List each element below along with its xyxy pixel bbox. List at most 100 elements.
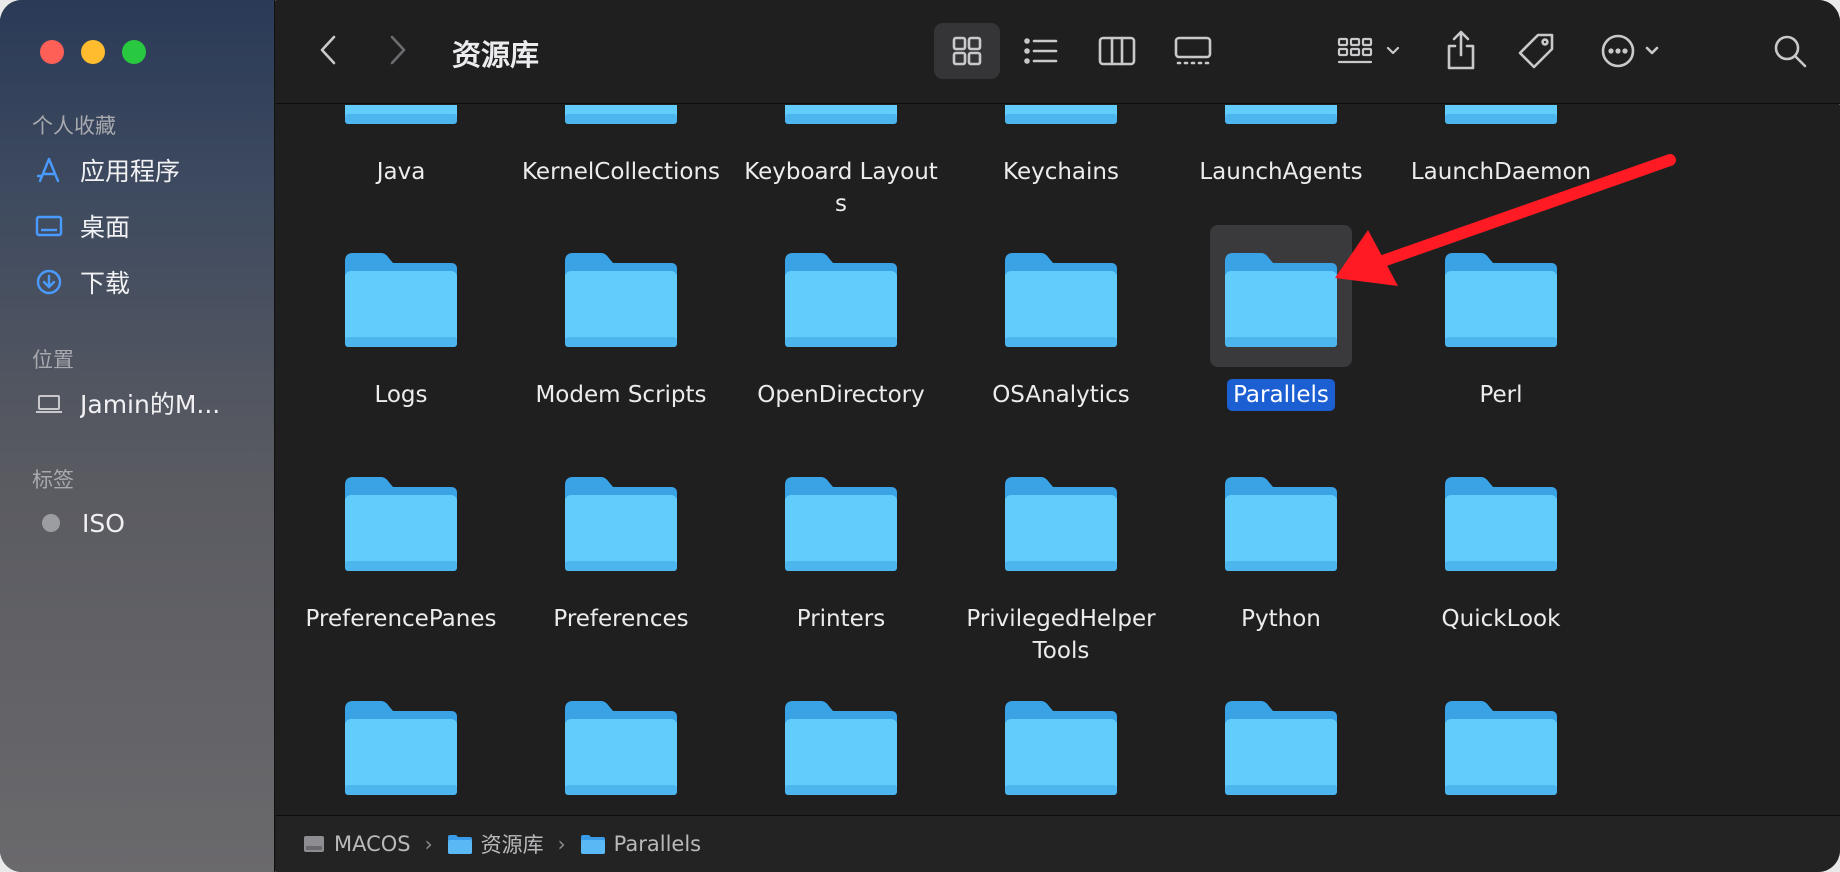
folder-name: Python (1241, 606, 1321, 632)
disk-icon (304, 836, 324, 852)
search-icon (1774, 35, 1807, 68)
sidebar-item-label: 下载 (80, 269, 131, 298)
folder-thumbnail (990, 105, 1132, 144)
folder-name: Java (376, 159, 426, 185)
minimize-button[interactable] (81, 40, 105, 64)
back-button[interactable] (310, 30, 346, 70)
folder-icon (345, 701, 457, 795)
folder-thumbnail (770, 225, 912, 367)
folder-icon (1005, 477, 1117, 571)
folder-item[interactable]: LaunchDaemon (1396, 105, 1606, 188)
folder-item[interactable]: OSAnalytics (956, 225, 1166, 411)
path-item-parallels[interactable]: Parallels (580, 832, 701, 856)
more-actions-button[interactable] (1592, 25, 1672, 77)
window-title: 资源库 (452, 38, 540, 72)
folder-thumbnail (330, 105, 472, 144)
chevron-left-icon (320, 35, 336, 65)
folder-item[interactable]: PreferencePanes (296, 449, 506, 635)
folder-icon (1005, 253, 1117, 347)
downloads-icon (32, 265, 66, 299)
path-item-disk[interactable]: MACOS (302, 832, 411, 856)
close-button[interactable] (40, 40, 64, 64)
sidebar-item-mac[interactable]: Jamin的M... (32, 383, 267, 423)
folder-icon (785, 105, 897, 124)
folder-thumbnail (550, 673, 692, 815)
folder-icon (1445, 701, 1557, 795)
folder-item[interactable]: Perl (1396, 225, 1606, 411)
folder-item[interactable]: KernelCollections (516, 105, 726, 188)
folder-name: PreferencePanes (305, 606, 497, 632)
zoom-button[interactable] (122, 40, 146, 64)
folder-icon (1225, 701, 1337, 795)
icon-view-button[interactable] (934, 23, 1000, 79)
folder-thumbnail (990, 673, 1132, 815)
sidebar-item-tag-iso[interactable]: ISO (32, 503, 267, 543)
folder-name: QuickLook (1441, 606, 1561, 632)
applications-icon (32, 153, 66, 187)
folder-item[interactable] (1176, 673, 1386, 815)
folder-name: Keyboard Layouts (744, 159, 938, 217)
folder-item[interactable]: Keyboard Layouts (736, 105, 946, 220)
folder-item[interactable]: Keychains (956, 105, 1166, 188)
folder-name: OSAnalytics (992, 382, 1130, 408)
folder-name: Preferences (553, 606, 689, 632)
folder-item[interactable] (516, 673, 726, 815)
folder-name: Perl (1479, 382, 1523, 408)
folder-name: Modem Scripts (535, 382, 707, 408)
path-separator-icon: › (557, 832, 566, 856)
folder-item[interactable]: Modem Scripts (516, 225, 726, 411)
folder-name: PrivilegedHelperTools (966, 606, 1156, 664)
path-separator-icon: › (424, 832, 433, 856)
folder-item[interactable]: OpenDirectory (736, 225, 946, 411)
folder-name: Keychains (1003, 159, 1119, 185)
share-button[interactable] (1436, 22, 1486, 78)
folder-item[interactable] (1396, 673, 1606, 815)
folder-item[interactable] (956, 673, 1166, 815)
sidebar-item-downloads[interactable]: 下载 (32, 262, 267, 302)
folder-thumbnail (330, 225, 472, 367)
folder-icon (785, 477, 897, 571)
forward-button[interactable] (380, 30, 416, 70)
folder-item[interactable] (736, 673, 946, 815)
folder-icon (1445, 105, 1557, 124)
gallery-view-button[interactable] (1160, 23, 1226, 79)
more-icon (1601, 34, 1659, 68)
file-grid: Java KernelCollections Keyboard Layouts (276, 105, 1840, 815)
folder-thumbnail (550, 105, 692, 144)
folder-thumbnail (330, 449, 472, 591)
sidebar-item-applications[interactable]: 应用程序 (32, 150, 267, 190)
columns-icon (1098, 36, 1136, 66)
folder-item[interactable]: Logs (296, 225, 506, 411)
folder-thumbnail (330, 673, 472, 815)
list-view-button[interactable] (1008, 23, 1074, 79)
folder-name: LaunchAgents (1199, 159, 1363, 185)
toolbar: 资源库 (276, 0, 1840, 104)
folder-icon (565, 701, 677, 795)
sidebar-item-desktop[interactable]: 桌面 (32, 206, 267, 246)
folder-icon (565, 105, 677, 124)
folder-item[interactable]: Preferences (516, 449, 726, 635)
group-by-button[interactable] (1326, 25, 1416, 77)
folder-item[interactable]: Python (1176, 449, 1386, 635)
group-icon (1337, 37, 1400, 64)
folder-icon (1445, 477, 1557, 571)
folder-item[interactable]: Printers (736, 449, 946, 635)
tag-button[interactable] (1508, 24, 1564, 78)
folder-item[interactable] (296, 673, 506, 815)
folder-item[interactable]: Parallels (1176, 225, 1386, 411)
folder-item[interactable]: PrivilegedHelperTools (956, 449, 1166, 667)
folder-icon (345, 253, 457, 347)
folder-thumbnail (770, 105, 912, 144)
folder-thumbnail (1430, 673, 1572, 815)
sidebar: 个人收藏 应用程序 桌面 下载 位置 Jamin的M... 标签 ISO (0, 0, 275, 872)
column-view-button[interactable] (1084, 23, 1150, 79)
path-item-library[interactable]: 资源库 (447, 829, 544, 859)
folder-item[interactable]: Java (296, 105, 506, 188)
folder-item[interactable]: LaunchAgents (1176, 105, 1386, 188)
favorites-header: 个人收藏 (32, 114, 116, 138)
folder-icon (345, 477, 457, 571)
folder-icon (345, 105, 457, 124)
folder-item[interactable]: QuickLook (1396, 449, 1606, 635)
folder-thumbnail (770, 449, 912, 591)
search-button[interactable] (1764, 25, 1816, 77)
